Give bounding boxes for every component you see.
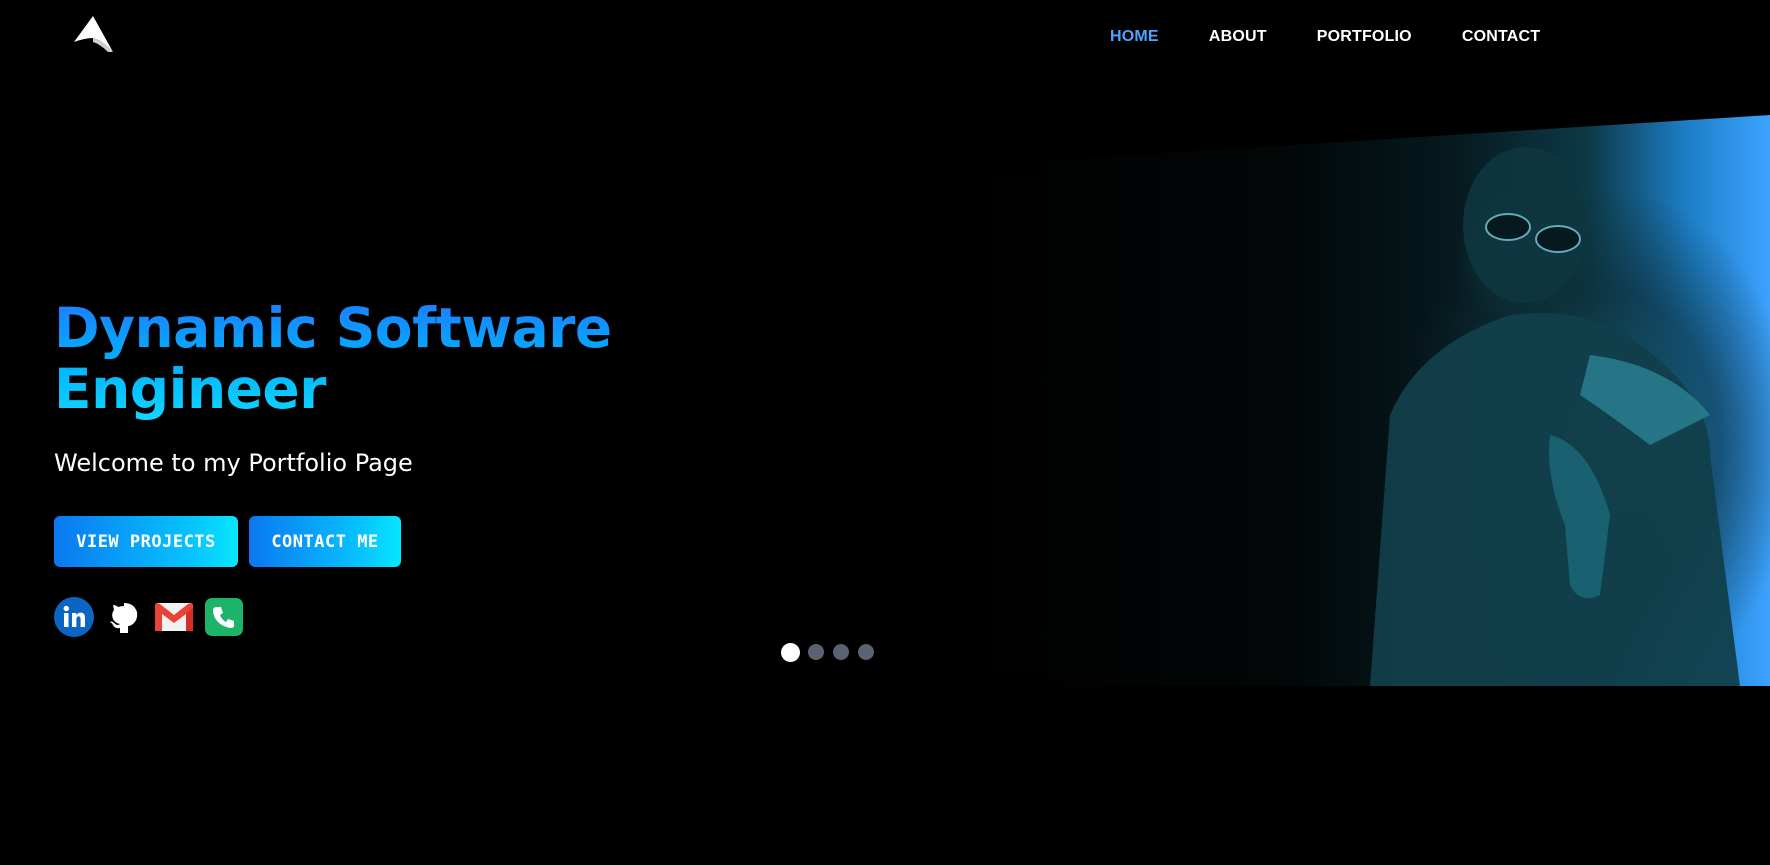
hero-title-line2: Engineer: [54, 357, 326, 421]
hero-subtitle: Welcome to my Portfolio Page: [54, 449, 413, 477]
contact-me-button[interactable]: CONTACT ME: [249, 516, 401, 567]
github-icon[interactable]: [104, 597, 144, 637]
main-nav: HOME ABOUT PORTFOLIO CONTACT: [1110, 28, 1590, 46]
view-projects-button[interactable]: VIEW PROJECTS: [54, 516, 238, 567]
linkedin-icon[interactable]: [54, 597, 94, 637]
carousel-dot-3[interactable]: [833, 644, 849, 660]
nav-contact-link[interactable]: CONTACT: [1462, 28, 1540, 46]
logo-icon[interactable]: [72, 14, 114, 54]
carousel-dot-2[interactable]: [808, 644, 824, 660]
nav-home-link[interactable]: HOME: [1110, 28, 1159, 46]
nav-portfolio-link[interactable]: PORTFOLIO: [1317, 28, 1412, 46]
phone-icon[interactable]: [204, 597, 244, 637]
carousel-dot-1[interactable]: [781, 643, 800, 662]
hero-photo: [950, 115, 1770, 686]
hero-title-line1: Dynamic Software: [54, 296, 612, 360]
gmail-icon[interactable]: [154, 597, 194, 637]
carousel-dot-4[interactable]: [858, 644, 874, 660]
nav-about-link[interactable]: ABOUT: [1209, 28, 1267, 46]
hero-title: Dynamic Software Engineer: [54, 298, 694, 420]
person-silhouette: [1370, 147, 1740, 686]
